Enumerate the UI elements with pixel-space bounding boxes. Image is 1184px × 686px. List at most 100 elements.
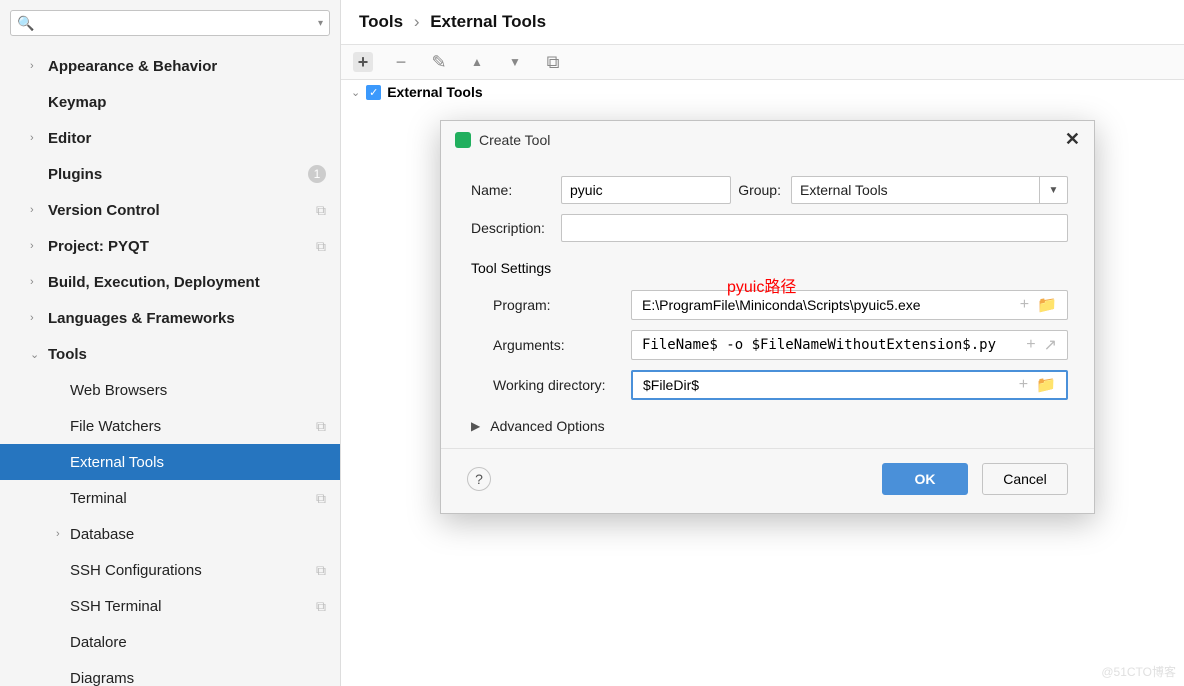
dialog-buttons: ? OK Cancel: [441, 448, 1094, 513]
sidebar-item-label: External Tools: [70, 454, 326, 471]
chevron-right-icon: ›: [30, 312, 48, 324]
sidebar-item[interactable]: Web Browsers: [0, 372, 340, 408]
sidebar-item[interactable]: Diagrams: [0, 660, 340, 686]
chevron-right-icon: ›: [30, 276, 48, 288]
chevron-right-icon: ›: [30, 204, 48, 216]
sidebar-item-label: Editor: [48, 130, 326, 147]
insert-macro-icon[interactable]: +: [1026, 336, 1035, 354]
project-scope-icon: ⧉: [316, 562, 326, 579]
remove-button[interactable]: −: [391, 52, 411, 72]
tool-tree-row[interactable]: ⌄ ✓ External Tools: [341, 80, 1184, 104]
sidebar-item-label: SSH Terminal: [70, 598, 316, 615]
chevron-down-icon[interactable]: ⌄: [351, 86, 360, 99]
sidebar-item[interactable]: ›Languages & Frameworks: [0, 300, 340, 336]
advanced-options-toggle[interactable]: ▶ Advanced Options: [471, 418, 1068, 434]
chevron-down-icon: ⌄: [30, 348, 48, 361]
group-select[interactable]: External Tools ▼: [791, 176, 1068, 204]
sidebar-item[interactable]: Plugins1: [0, 156, 340, 192]
sidebar-item[interactable]: Terminal⧉: [0, 480, 340, 516]
project-scope-icon: ⧉: [316, 418, 326, 435]
sidebar-item[interactable]: ›Appearance & Behavior: [0, 48, 340, 84]
sidebar-item-label: Diagrams: [70, 670, 326, 686]
program-input[interactable]: [640, 296, 1016, 314]
search-icon: 🔍: [17, 15, 34, 32]
sidebar-item-label: Appearance & Behavior: [48, 58, 326, 75]
help-button[interactable]: ?: [467, 467, 491, 491]
tools-toolbar: + − ✎ ▲ ▼ ⧉: [341, 44, 1184, 80]
move-up-button[interactable]: ▲: [467, 52, 487, 72]
sidebar-item-label: Database: [70, 526, 326, 543]
create-tool-dialog: Create Tool ✕ Name: Group: External Tool…: [440, 120, 1095, 514]
expand-icon[interactable]: ↗: [1044, 335, 1057, 355]
chevron-down-icon[interactable]: ▼: [1039, 177, 1067, 203]
description-label: Description:: [471, 220, 561, 236]
arguments-input[interactable]: [640, 336, 1022, 354]
sidebar-item-label: Version Control: [48, 202, 316, 219]
sidebar-item[interactable]: External Tools: [0, 444, 340, 480]
breadcrumb: Tools › External Tools: [341, 0, 1184, 44]
sidebar-item-label: Datalore: [70, 634, 326, 651]
sidebar-item[interactable]: SSH Terminal⧉: [0, 588, 340, 624]
group-value: External Tools: [792, 177, 1039, 203]
search-input[interactable]: [34, 15, 318, 32]
breadcrumb-current: External Tools: [430, 12, 546, 31]
sidebar-item[interactable]: ›Project: PYQT⧉: [0, 228, 340, 264]
sidebar-item[interactable]: ⌄Tools: [0, 336, 340, 372]
dialog-title: Create Tool: [479, 132, 550, 148]
cancel-button[interactable]: Cancel: [982, 463, 1068, 495]
sidebar-item[interactable]: ›Build, Execution, Deployment: [0, 264, 340, 300]
sidebar-item-label: Build, Execution, Deployment: [48, 274, 326, 291]
sidebar-item-label: Project: PYQT: [48, 238, 316, 255]
annotation: pyuic路径: [727, 273, 796, 297]
edit-button[interactable]: ✎: [429, 52, 449, 72]
group-checkbox[interactable]: ✓: [366, 85, 381, 100]
project-scope-icon: ⧉: [316, 598, 326, 615]
pycharm-icon: [455, 132, 471, 148]
group-label: External Tools: [387, 84, 482, 100]
dialog-body: Name: Group: External Tools ▼ Descriptio…: [441, 158, 1094, 448]
sidebar-item-label: Plugins: [48, 166, 308, 183]
workdir-input-wrap[interactable]: + 📁: [631, 370, 1068, 400]
chevron-right-icon: ›: [30, 60, 48, 72]
search-box[interactable]: 🔍 ▾: [10, 10, 330, 36]
sidebar-item-label: Languages & Frameworks: [48, 310, 326, 327]
sidebar-item[interactable]: Datalore: [0, 624, 340, 660]
program-label: Program:: [471, 297, 631, 313]
workdir-input[interactable]: [641, 376, 1015, 394]
sidebar-item-label: File Watchers: [70, 418, 316, 435]
arguments-input-wrap[interactable]: + ↗: [631, 330, 1068, 360]
add-button[interactable]: +: [353, 52, 373, 72]
breadcrumb-sep: ›: [414, 12, 420, 31]
sidebar-item-label: SSH Configurations: [70, 562, 316, 579]
ok-button[interactable]: OK: [882, 463, 968, 495]
breadcrumb-parent[interactable]: Tools: [359, 12, 403, 31]
sidebar-item[interactable]: ›Database: [0, 516, 340, 552]
arguments-label: Arguments:: [471, 337, 631, 353]
sidebar-item-label: Tools: [48, 346, 326, 363]
settings-tree[interactable]: ›Appearance & BehaviorKeymap›EditorPlugi…: [0, 40, 340, 686]
sidebar-item[interactable]: ›Version Control⧉: [0, 192, 340, 228]
group-label: Group:: [731, 182, 791, 198]
browse-folder-icon[interactable]: 📁: [1037, 295, 1057, 315]
project-scope-icon: ⧉: [316, 202, 326, 219]
program-input-wrap[interactable]: + 📁: [631, 290, 1068, 320]
name-input[interactable]: [561, 176, 731, 204]
sidebar-item-label: Web Browsers: [70, 382, 326, 399]
dropdown-icon[interactable]: ▾: [318, 18, 323, 29]
sidebar-item[interactable]: File Watchers⧉: [0, 408, 340, 444]
sidebar-item[interactable]: SSH Configurations⧉: [0, 552, 340, 588]
dialog-titlebar[interactable]: Create Tool ✕: [441, 121, 1094, 158]
sidebar-item[interactable]: Keymap: [0, 84, 340, 120]
browse-folder-icon[interactable]: 📁: [1036, 375, 1056, 395]
copy-button[interactable]: ⧉: [543, 52, 563, 72]
chevron-right-icon: ›: [30, 240, 48, 252]
update-badge: 1: [308, 165, 326, 183]
project-scope-icon: ⧉: [316, 490, 326, 507]
move-down-button[interactable]: ▼: [505, 52, 525, 72]
close-icon[interactable]: ✕: [1065, 129, 1080, 150]
sidebar-item[interactable]: ›Editor: [0, 120, 340, 156]
sidebar: 🔍 ▾ ›Appearance & BehaviorKeymap›EditorP…: [0, 0, 341, 686]
insert-macro-icon[interactable]: +: [1020, 296, 1029, 314]
description-input[interactable]: [561, 214, 1068, 242]
insert-macro-icon[interactable]: +: [1019, 376, 1028, 394]
